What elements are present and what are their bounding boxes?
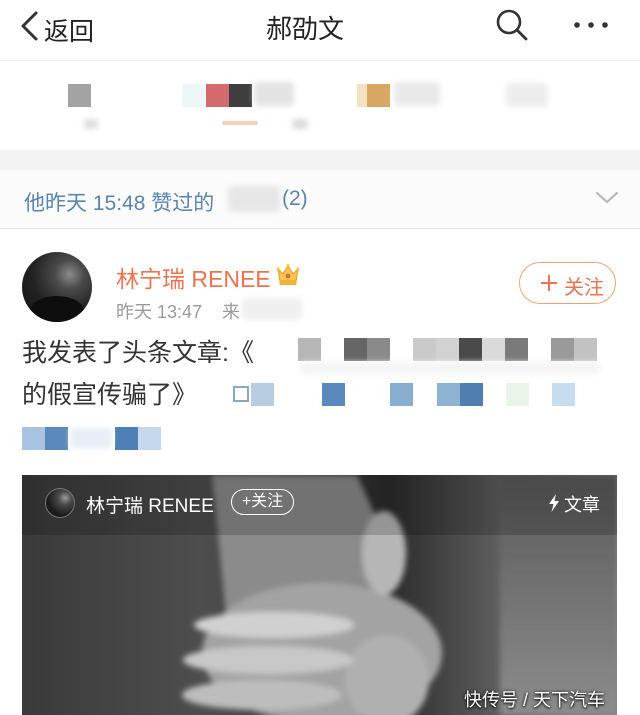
mosaic-block <box>182 84 205 107</box>
mosaic-block <box>70 428 112 448</box>
profile-tab[interactable] <box>292 61 452 141</box>
follow-label: 关注 <box>564 277 604 299</box>
link-icon[interactable] <box>232 384 250 404</box>
mosaic-block <box>482 338 505 361</box>
post-text-line1: 我发表了头条文章:《 <box>22 339 254 367</box>
mosaic-block <box>228 186 280 212</box>
post-username[interactable]: 林宁瑞 RENEE <box>116 260 271 294</box>
profile-tab[interactable] <box>40 61 150 141</box>
mosaic-block <box>84 119 98 129</box>
post-text-line2: 的假宣传骗了》 <box>22 381 198 409</box>
mosaic-block[interactable] <box>322 383 345 406</box>
mosaic-block[interactable] <box>437 383 460 406</box>
mosaic-block <box>292 119 308 129</box>
liked-summary-text: 他昨天 15:48 赞过的 <box>24 192 215 215</box>
mosaic-block <box>436 338 459 361</box>
search-button[interactable] <box>494 7 530 43</box>
more-dots-icon <box>574 22 608 28</box>
liked-count: (2) <box>282 187 308 210</box>
mosaic-block <box>242 298 302 320</box>
mosaic-block <box>357 84 367 107</box>
mosaic-block <box>344 338 367 361</box>
mosaic-block <box>551 338 574 361</box>
mosaic-block <box>505 338 528 361</box>
card-author-name[interactable]: 林宁瑞 RENEE <box>86 491 214 518</box>
screen: 返回 郝劭文 他昨天 15:48 赞过的 (2) 林宁瑞 RENEE 昨天 13… <box>0 0 640 715</box>
section-separator <box>0 150 640 170</box>
mosaic-block <box>206 84 229 107</box>
nav-bar: 返回 郝劭文 <box>0 0 640 61</box>
mosaic-block[interactable] <box>552 383 575 406</box>
profile-tab[interactable] <box>176 61 306 141</box>
mosaic-block <box>229 84 252 107</box>
follow-button[interactable]: 关注 <box>519 262 616 304</box>
page-title: 郝劭文 <box>265 14 344 44</box>
mosaic-block[interactable] <box>138 427 161 450</box>
avatar[interactable] <box>22 252 92 322</box>
article-type-badge: 文章 <box>548 490 608 516</box>
card-follow-button[interactable]: +关注 <box>231 489 294 515</box>
more-button[interactable] <box>568 14 612 36</box>
tab-underline <box>222 121 258 125</box>
mosaic-block <box>506 83 548 107</box>
mosaic-block[interactable] <box>22 427 45 450</box>
mosaic-block <box>574 338 597 361</box>
profile-tab[interactable] <box>496 61 586 141</box>
mosaic-block <box>459 338 482 361</box>
post-time: 昨天 13:47 <box>116 302 203 322</box>
mosaic-block[interactable] <box>251 383 274 406</box>
mosaic-block[interactable] <box>460 383 483 406</box>
post-source: 来 <box>222 302 240 322</box>
mosaic-block[interactable] <box>115 427 138 450</box>
mosaic-block <box>367 84 390 107</box>
lightning-icon <box>549 494 559 512</box>
chevron-left-icon <box>21 11 38 41</box>
card-author-avatar[interactable] <box>45 488 75 518</box>
mosaic-block <box>298 338 321 361</box>
article-type-label: 文章 <box>564 495 600 515</box>
back-button[interactable]: 返回 <box>14 6 104 46</box>
mosaic-block <box>413 338 436 361</box>
mosaic-block <box>68 84 91 107</box>
liked-summary-row[interactable]: 他昨天 15:48 赞过的 (2) <box>0 170 640 229</box>
chevron-down-icon <box>595 191 619 204</box>
crown-icon <box>276 263 300 285</box>
watermark: 快传号 / 天下汽车 <box>464 690 606 710</box>
mosaic-block <box>254 82 294 106</box>
mosaic-block[interactable] <box>45 427 68 450</box>
mosaic-block[interactable] <box>506 383 529 406</box>
profile-tabs <box>0 61 640 149</box>
article-card[interactable]: 林宁瑞 RENEE +关注 文章 <box>22 475 617 715</box>
mosaic-block <box>394 82 440 106</box>
mosaic-block <box>367 338 390 361</box>
back-label: 返回 <box>44 18 95 46</box>
plus-icon <box>541 275 557 291</box>
search-icon <box>496 9 528 41</box>
mosaic-block <box>300 362 600 374</box>
mosaic-block[interactable] <box>390 383 413 406</box>
